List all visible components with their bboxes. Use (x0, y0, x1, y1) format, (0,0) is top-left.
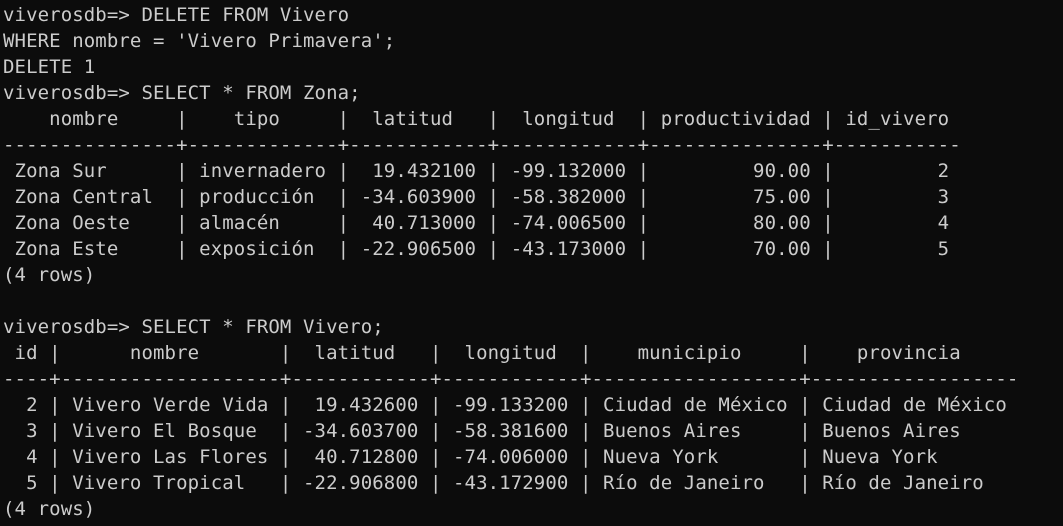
zona-table-row: Zona Sur | invernadero | 19.432100 | -99… (3, 160, 950, 182)
prompt-delete-command: viverosdb=> DELETE FROM Vivero (3, 4, 350, 26)
terminal-window[interactable]: viverosdb=> DELETE FROM Vivero WHERE nom… (0, 0, 1063, 526)
zona-row-count: (4 rows) (3, 264, 96, 286)
vivero-table-row: 2 | Vivero Verde Vida | 19.432600 | -99.… (3, 394, 1007, 416)
vivero-table-row: 5 | Vivero Tropical | -22.906800 | -43.1… (3, 472, 984, 494)
vivero-table-row: 4 | Vivero Las Flores | 40.712800 | -74.… (3, 446, 938, 468)
vivero-table-header: id | nombre | latitud | longitud | munic… (3, 342, 961, 364)
zona-table-header: nombre | tipo | latitud | longitud | pro… (3, 108, 950, 130)
vivero-table-separator: ----+-------------------+------------+--… (3, 368, 1019, 390)
zona-table-row: Zona Este | exposición | -22.906500 | -4… (3, 238, 950, 260)
prompt-select-vivero: viverosdb=> SELECT * FROM Vivero; (3, 316, 384, 338)
delete-result: DELETE 1 (3, 56, 96, 78)
vivero-row-count: (4 rows) (3, 498, 96, 520)
zona-table-row: Zona Central | producción | -34.603900 |… (3, 186, 950, 208)
zona-table-separator: ---------------+-------------+----------… (3, 134, 961, 156)
vivero-table-row: 3 | Vivero El Bosque | -34.603700 | -58.… (3, 420, 961, 442)
prompt-select-zona: viverosdb=> SELECT * FROM Zona; (3, 82, 361, 104)
delete-where-clause: WHERE nombre = 'Vivero Primavera'; (3, 30, 396, 52)
zona-table-row: Zona Oeste | almacén | 40.713000 | -74.0… (3, 212, 950, 234)
